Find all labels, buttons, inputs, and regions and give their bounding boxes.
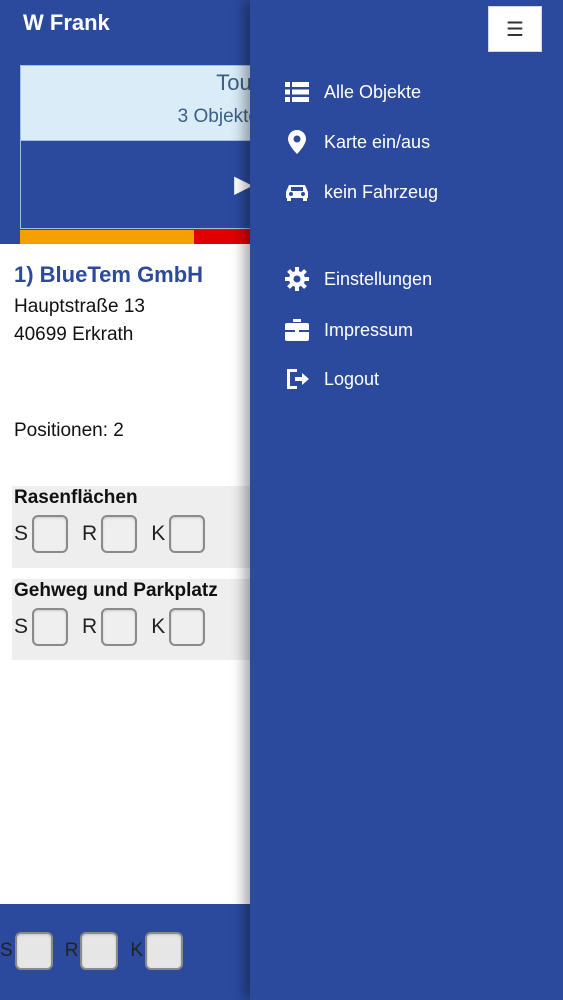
side-menu: ☰ Alle Objekte Karte ein/aus kein Fahrze… (250, 0, 563, 1000)
menu-item-label: kein Fahrzeug (324, 181, 439, 202)
menu-item-label: Alle Objekte (324, 81, 422, 102)
list-icon (284, 79, 310, 105)
object-city: 40699 Erkrath (14, 324, 134, 345)
checkbox-r[interactable] (101, 515, 138, 553)
positions-count: Positionen: 2 (14, 420, 124, 441)
progress-segment-orange (20, 230, 194, 244)
object-street: Hauptstraße 13 (14, 296, 145, 317)
map-marker-icon (284, 129, 310, 155)
logout-icon (284, 366, 310, 392)
menu-item-label: Karte ein/aus (324, 131, 431, 152)
menu-item-impressum[interactable]: Impressum (284, 317, 413, 343)
menu-toggle-button[interactable]: ☰ (488, 6, 542, 52)
menu-item-einstellungen[interactable]: Einstellungen (284, 266, 432, 292)
user-name: W Frank (23, 10, 110, 35)
footer-checkbox-k[interactable] (145, 932, 184, 970)
hamburger-icon: ☰ (506, 18, 524, 41)
check-label-k: K (151, 522, 166, 545)
check-label-s: S (14, 522, 29, 545)
briefcase-icon (284, 317, 310, 343)
footer-check-label-s: S (0, 940, 13, 961)
checkbox-k[interactable] (169, 608, 206, 646)
check-label-s: S (14, 615, 29, 638)
menu-item-label: Impressum (324, 319, 414, 340)
menu-item-logout[interactable]: Logout (284, 366, 379, 392)
menu-item-label: Einstellungen (324, 268, 433, 289)
car-icon (284, 179, 310, 205)
check-label-k: K (151, 615, 166, 638)
menu-item-alle-objekte[interactable]: Alle Objekte (284, 79, 421, 105)
checkbox-k[interactable] (169, 515, 206, 553)
footer-checkbox-r[interactable] (80, 932, 119, 970)
check-label-r: R (82, 522, 98, 545)
footer-checkbox-s[interactable] (14, 932, 53, 970)
tour-object-count: 3 Objekte (177, 106, 259, 127)
footer-check-label-r: R (64, 940, 79, 961)
menu-item-label: Logout (324, 368, 380, 389)
checkbox-r[interactable] (101, 608, 138, 646)
check-label-r: R (82, 615, 98, 638)
menu-item-karte[interactable]: Karte ein/aus (284, 129, 430, 155)
gear-icon (284, 266, 310, 292)
object-name[interactable]: 1) BlueTem GmbH (14, 262, 203, 288)
footer-check-label-k: K (130, 940, 144, 961)
checkbox-s[interactable] (32, 608, 69, 646)
tour-title: Tour (216, 70, 259, 95)
menu-item-fahrzeug[interactable]: kein Fahrzeug (284, 179, 438, 205)
checkbox-s[interactable] (32, 515, 69, 553)
